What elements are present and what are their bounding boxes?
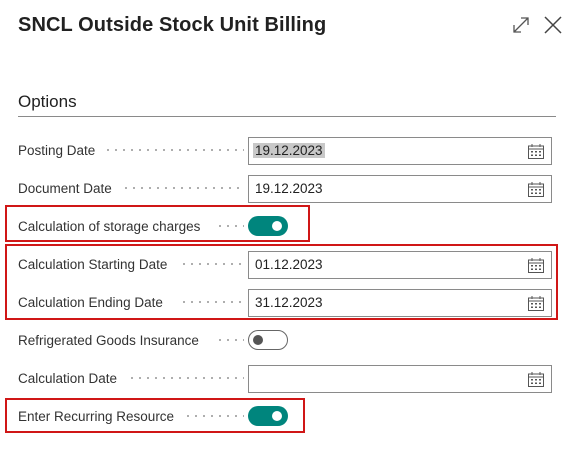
- dialog-title: SNCL Outside Stock Unit Billing: [18, 14, 327, 36]
- calendar-icon[interactable]: [528, 182, 544, 197]
- expand-icon[interactable]: [510, 14, 532, 36]
- calculation-date-field[interactable]: [248, 365, 552, 393]
- section-divider: [18, 116, 556, 117]
- calendar-icon[interactable]: [528, 144, 544, 159]
- section-title-options: Options: [18, 92, 77, 111]
- refrigerated-insurance-label: Refrigerated Goods Insurance: [18, 333, 199, 348]
- posting-date-row: Posting Date 19.12.2023: [18, 137, 554, 165]
- refrigerated-insurance-toggle[interactable]: [248, 330, 288, 350]
- posting-date-field[interactable]: 19.12.2023: [248, 137, 552, 165]
- document-date-field[interactable]: 19.12.2023: [248, 175, 552, 203]
- document-date-value[interactable]: 19.12.2023: [253, 181, 325, 196]
- highlight-box-calculation-dates: [5, 244, 558, 320]
- highlight-box-storage-charges: [5, 205, 310, 242]
- document-date-label: Document Date: [18, 181, 112, 196]
- calculation-date-row: Calculation Date: [18, 365, 554, 393]
- calculation-date-label: Calculation Date: [18, 371, 118, 386]
- toggle-knob: [253, 335, 263, 345]
- document-date-row: Document Date 19.12.2023: [18, 175, 554, 203]
- calendar-icon[interactable]: [528, 372, 544, 387]
- refrigerated-insurance-row: Refrigerated Goods Insurance: [18, 327, 554, 355]
- posting-date-value[interactable]: 19.12.2023: [253, 143, 325, 158]
- leader-dots: [104, 149, 244, 151]
- close-icon[interactable]: [542, 14, 564, 36]
- posting-date-label: Posting Date: [18, 143, 96, 158]
- leader-dots: [128, 377, 244, 379]
- leader-dots: [122, 187, 244, 189]
- leader-dots: [216, 339, 244, 341]
- highlight-box-recurring-resource: [5, 398, 305, 433]
